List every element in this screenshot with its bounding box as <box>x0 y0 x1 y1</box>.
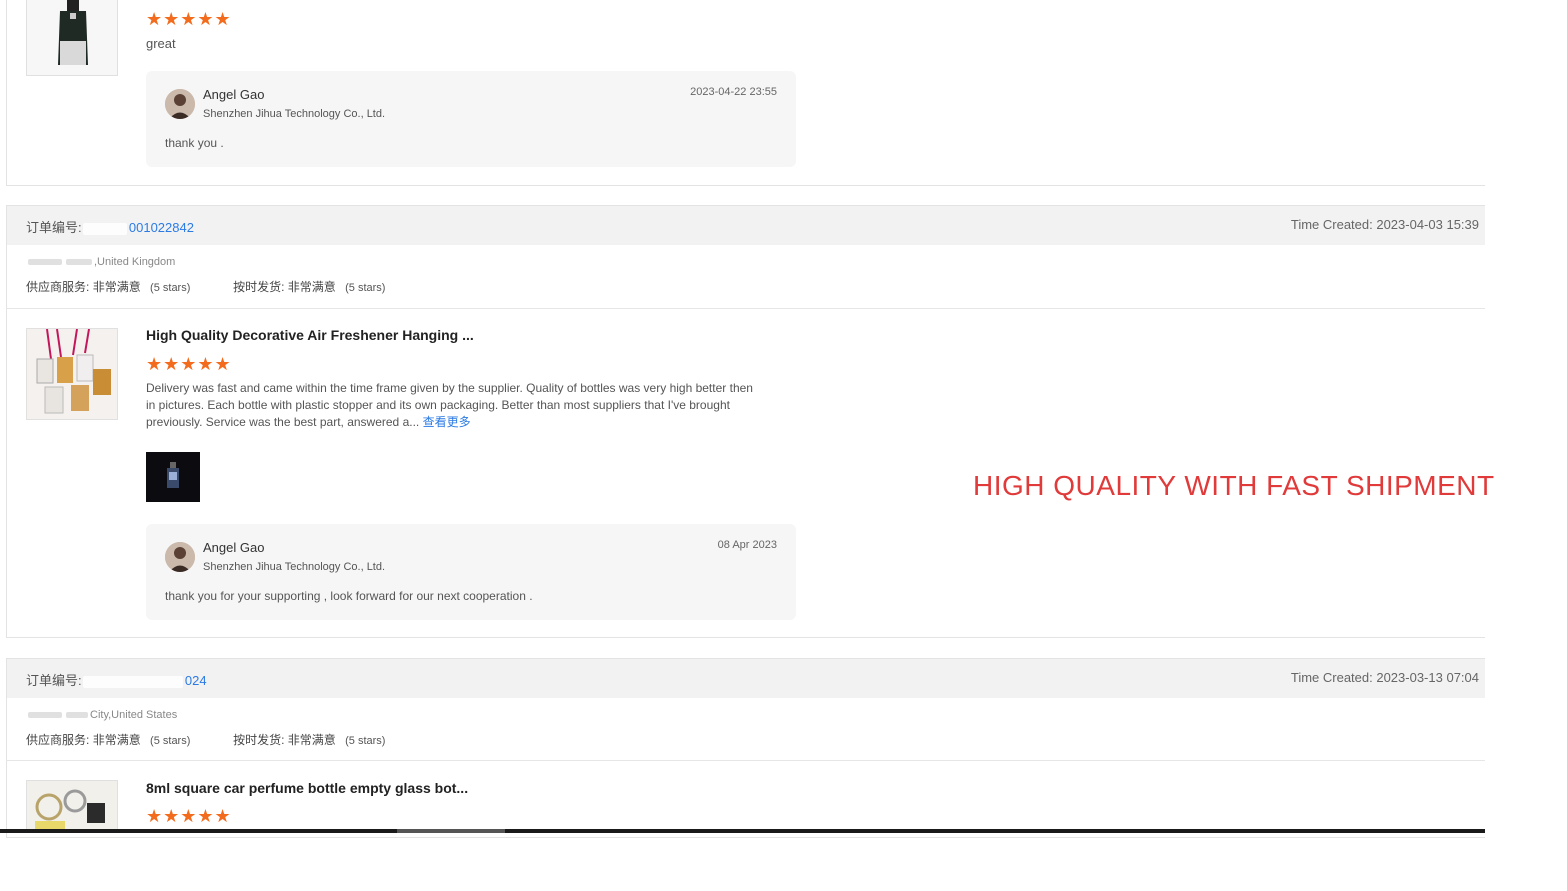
redacted-mask <box>28 712 62 719</box>
promo-overlay-text: HIGH QUALITY WITH FAST SHIPMENT <box>973 470 1495 501</box>
review-text-2: Delivery was fast and came within the ti… <box>146 381 753 429</box>
redacted-mask <box>28 259 62 266</box>
rating-stars-2: ★★★★★ <box>146 354 232 374</box>
divider <box>6 308 1485 309</box>
rating-stars-3: ★★★★★ <box>146 806 232 826</box>
reply-text: thank you for your supporting , look for… <box>165 589 533 603</box>
divider <box>6 760 1485 761</box>
order-number-link[interactable]: 024 <box>185 673 207 688</box>
order-number-label: 订单编号: <box>26 673 82 688</box>
redacted-mask <box>83 675 184 688</box>
order-number-link[interactable]: 001022842 <box>129 220 194 235</box>
perfume-bottle-image <box>27 781 117 829</box>
shipping-label: 按时发货: <box>233 280 285 294</box>
shipping-value: 非常满意 <box>287 733 336 747</box>
service-label: 供应商服务: <box>26 733 90 747</box>
review-photo[interactable] <box>146 452 200 502</box>
order-header-3: 订单编号: 024 Time Created: 2023-03-13 07:04 <box>6 658 1485 698</box>
shipping-stars: (5 stars) <box>345 282 386 294</box>
buyer-location: ,United Kingdom <box>26 256 175 268</box>
air-freshener-image <box>27 329 117 419</box>
buyer-location: City,United States <box>26 709 177 721</box>
reply-date: 08 Apr 2023 <box>717 539 777 551</box>
reply-company: Shenzhen Jihua Technology Co., Ltd. <box>203 561 386 573</box>
avatar <box>165 89 195 119</box>
bottle-photo-image <box>146 452 200 502</box>
reply-company: Shenzhen Jihua Technology Co., Ltd. <box>203 108 386 120</box>
supplier-reply-2: Angel Gao Shenzhen Jihua Technology Co.,… <box>146 524 796 620</box>
ratings-summary-3: 供应商服务: 非常满意 (5 stars) 按时发货: 非常满意 (5 star… <box>26 731 385 748</box>
product-title-2[interactable]: High Quality Decorative Air Freshener Ha… <box>146 327 474 343</box>
product-thumbnail-3[interactable] <box>26 780 118 830</box>
supplier-reply-1: Angel Gao Shenzhen Jihua Technology Co.,… <box>146 71 796 167</box>
reply-date: 2023-04-22 23:55 <box>690 86 777 98</box>
product-thumbnail-1[interactable] <box>26 0 118 76</box>
redacted-mask <box>66 712 88 719</box>
service-value: 非常满意 <box>92 280 141 294</box>
reply-text: thank you . <box>165 136 224 150</box>
reply-author-name: Angel Gao <box>203 540 265 555</box>
redacted-mask <box>66 259 92 266</box>
shipping-value: 非常满意 <box>287 280 336 294</box>
rating-stars-1: ★★★★★ <box>146 9 232 29</box>
horizontal-scrollbar[interactable] <box>0 829 1485 833</box>
service-stars: (5 stars) <box>150 282 191 294</box>
product-title-3[interactable]: 8ml square car perfume bottle empty glas… <box>146 780 468 796</box>
time-created: Time Created: 2023-03-13 07:04 <box>1290 670 1479 685</box>
shipping-label: 按时发货: <box>233 733 285 747</box>
shipping-stars: (5 stars) <box>345 735 386 747</box>
reply-author-name: Angel Gao <box>203 87 265 102</box>
time-created: Time Created: 2023-04-03 15:39 <box>1290 217 1479 232</box>
redacted-mask <box>83 222 128 235</box>
ratings-summary-2: 供应商服务: 非常满意 (5 stars) 按时发货: 非常满意 (5 star… <box>26 278 385 295</box>
perfume-bottle-image <box>27 0 117 75</box>
service-value: 非常满意 <box>92 733 141 747</box>
product-thumbnail-2[interactable] <box>26 328 118 420</box>
service-stars: (5 stars) <box>150 735 191 747</box>
order-number-label: 订单编号: <box>26 220 82 235</box>
avatar <box>165 542 195 572</box>
scrollbar-thumb[interactable] <box>397 829 505 833</box>
see-more-link[interactable]: 查看更多 <box>423 415 471 429</box>
review-text-1: great <box>146 36 176 51</box>
service-label: 供应商服务: <box>26 280 90 294</box>
order-header-2: 订单编号: 001022842 Time Created: 2023-04-03… <box>6 205 1485 245</box>
